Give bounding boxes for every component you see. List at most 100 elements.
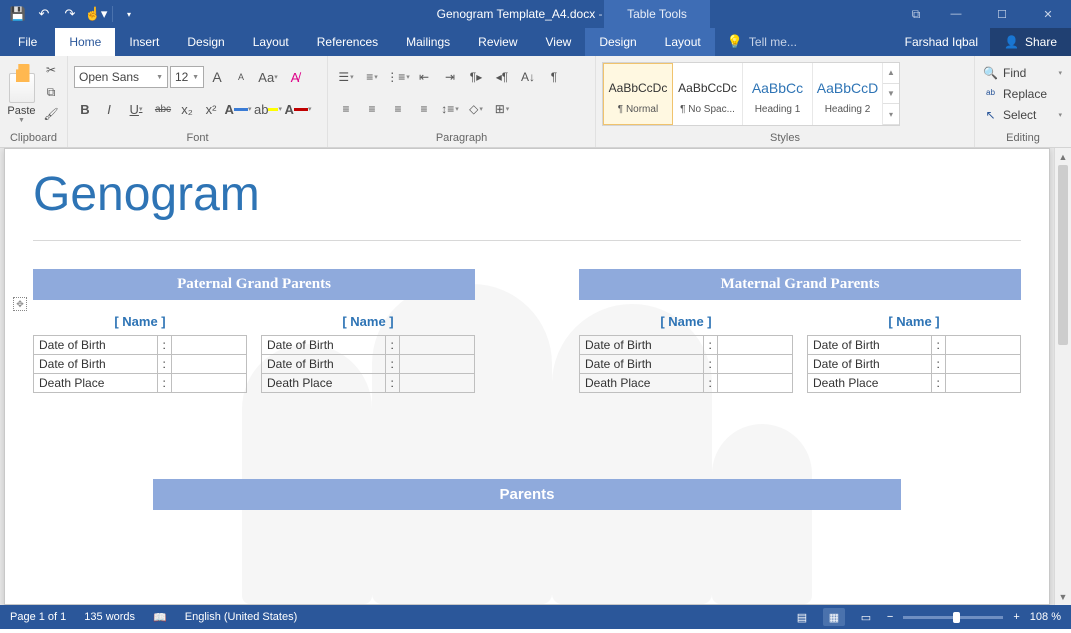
line-spacing-icon[interactable]: ↕≡▾ xyxy=(438,98,462,120)
clear-formatting-icon[interactable]: A̸ xyxy=(284,66,306,88)
page-indicator[interactable]: Page 1 of 1 xyxy=(10,611,66,623)
justify-icon[interactable]: ≡ xyxy=(412,98,436,120)
field-label[interactable]: Date of Birth xyxy=(580,355,704,374)
borders-icon[interactable]: ⊞▾ xyxy=(490,98,514,120)
details-table[interactable]: Date of Birth:Date of Birth:Death Place: xyxy=(807,335,1021,393)
field-value[interactable] xyxy=(717,355,792,374)
field-label[interactable]: Date of Birth xyxy=(808,355,932,374)
vertical-scrollbar[interactable]: ▲ ▼ xyxy=(1054,148,1071,605)
card-name[interactable]: [ Name ] xyxy=(261,310,475,335)
table-row[interactable]: Death Place: xyxy=(34,374,247,393)
person-card[interactable]: [ Name ]Date of Birth:Date of Birth:Deat… xyxy=(261,310,475,393)
field-label[interactable]: Date of Birth xyxy=(34,355,158,374)
scroll-up-icon[interactable]: ▲ xyxy=(883,63,899,84)
field-label[interactable]: Date of Birth xyxy=(808,336,932,355)
field-value[interactable] xyxy=(717,374,792,393)
table-row[interactable]: Death Place: xyxy=(808,374,1021,393)
table-row[interactable]: Date of Birth: xyxy=(262,336,475,355)
person-card[interactable]: [ Name ]Date of Birth:Date of Birth:Deat… xyxy=(33,310,247,393)
gallery-scroll[interactable]: ▲▼▾ xyxy=(883,63,899,125)
scroll-down-icon[interactable]: ▼ xyxy=(1055,588,1071,605)
parents-header[interactable]: Parents xyxy=(153,479,901,510)
field-label[interactable]: Death Place xyxy=(262,374,386,393)
field-value[interactable] xyxy=(399,374,474,393)
table-row[interactable]: Death Place: xyxy=(262,374,475,393)
gallery-more-icon[interactable]: ▾ xyxy=(883,104,899,125)
styles-gallery[interactable]: AaBbCcDc¶ NormalAaBbCcDc¶ No Spac...AaBb… xyxy=(602,62,900,126)
style-item[interactable]: AaBbCcHeading 1 xyxy=(743,63,813,125)
tab-table-design[interactable]: Design xyxy=(585,28,650,56)
paste-button[interactable]: Paste ▼ xyxy=(6,60,37,124)
font-size-select[interactable]: 12▼ xyxy=(170,66,204,88)
highlight-button[interactable]: ab▾ xyxy=(254,98,282,120)
font-name-select[interactable]: Open Sans▼ xyxy=(74,66,168,88)
tab-design[interactable]: Design xyxy=(173,28,238,56)
qat-customize-icon[interactable]: ▾ xyxy=(117,2,141,26)
tab-insert[interactable]: Insert xyxy=(115,28,173,56)
shading-icon[interactable]: ◇▾ xyxy=(464,98,488,120)
field-label[interactable]: Date of Birth xyxy=(262,355,386,374)
field-value[interactable] xyxy=(945,374,1020,393)
zoom-in-icon[interactable]: + xyxy=(1013,611,1019,623)
style-item[interactable]: AaBbCcDHeading 2 xyxy=(813,63,883,125)
scrollbar-thumb[interactable] xyxy=(1058,165,1068,345)
zoom-out-icon[interactable]: − xyxy=(887,611,893,623)
person-card[interactable]: [ Name ]Date of Birth:Date of Birth:Deat… xyxy=(579,310,793,393)
details-table[interactable]: Date of Birth:Date of Birth:Death Place: xyxy=(579,335,793,393)
bold-button[interactable]: B xyxy=(74,98,96,120)
table-row[interactable]: Death Place: xyxy=(580,374,793,393)
field-value[interactable] xyxy=(171,336,246,355)
show-marks-icon[interactable]: ¶ xyxy=(542,66,566,88)
share-button[interactable]: 👤 Share xyxy=(990,28,1071,56)
maximize-button[interactable]: ☐ xyxy=(979,0,1025,28)
touch-mode-icon[interactable]: ☝▾ xyxy=(84,2,108,26)
card-name[interactable]: [ Name ] xyxy=(33,310,247,335)
proofing-icon[interactable]: 📖 xyxy=(153,611,167,624)
print-layout-icon[interactable]: ▦ xyxy=(823,608,845,626)
tab-references[interactable]: References xyxy=(303,28,392,56)
copy-icon[interactable]: ⧉ xyxy=(41,82,61,102)
italic-button[interactable]: I xyxy=(98,98,120,120)
align-left-icon[interactable]: ≡ xyxy=(334,98,358,120)
tab-table-layout[interactable]: Layout xyxy=(651,28,715,56)
document-page[interactable]: Genogram ✥ Paternal Grand Parents[ Name … xyxy=(4,148,1050,605)
strikethrough-button[interactable]: abc xyxy=(152,98,174,120)
format-painter-icon[interactable]: 🖌 xyxy=(41,104,61,124)
numbering-icon[interactable]: ≡▾ xyxy=(360,66,384,88)
details-table[interactable]: Date of Birth:Date of Birth:Death Place: xyxy=(33,335,247,393)
tab-file[interactable]: File xyxy=(0,28,55,56)
card-name[interactable]: [ Name ] xyxy=(807,310,1021,335)
rtl-icon[interactable]: ◂¶ xyxy=(490,66,514,88)
field-value[interactable] xyxy=(945,336,1020,355)
field-value[interactable] xyxy=(399,355,474,374)
table-row[interactable]: Date of Birth: xyxy=(580,336,793,355)
scroll-up-icon[interactable]: ▲ xyxy=(1055,148,1071,165)
field-label[interactable]: Death Place xyxy=(34,374,158,393)
read-mode-icon[interactable]: ▤ xyxy=(791,608,813,626)
document-heading[interactable]: Genogram xyxy=(33,167,1021,222)
tab-view[interactable]: View xyxy=(532,28,586,56)
details-table[interactable]: Date of Birth:Date of Birth:Death Place: xyxy=(261,335,475,393)
subscript-button[interactable]: x₂ xyxy=(176,98,198,120)
field-label[interactable]: Date of Birth xyxy=(34,336,158,355)
tell-me-box[interactable]: 💡 Tell me... xyxy=(727,28,797,56)
table-row[interactable]: Date of Birth: xyxy=(262,355,475,374)
slider-handle[interactable] xyxy=(953,612,960,623)
field-value[interactable] xyxy=(717,336,792,355)
superscript-button[interactable]: x² xyxy=(200,98,222,120)
find-button[interactable]: 🔍Find▾ xyxy=(981,62,1065,83)
style-item[interactable]: AaBbCcDc¶ No Spac... xyxy=(673,63,743,125)
card-name[interactable]: [ Name ] xyxy=(579,310,793,335)
ribbon-display-options-icon[interactable]: ⧉ xyxy=(899,0,933,28)
text-effects-button[interactable]: A▾ xyxy=(224,98,252,120)
cut-icon[interactable]: ✂ xyxy=(41,60,61,80)
redo-icon[interactable]: ↷ xyxy=(58,2,82,26)
tab-home[interactable]: Home xyxy=(55,28,115,56)
sort-icon[interactable]: A↓ xyxy=(516,66,540,88)
word-count[interactable]: 135 words xyxy=(84,611,135,623)
web-layout-icon[interactable]: ▭ xyxy=(855,608,877,626)
replace-button[interactable]: ᵃᵇReplace xyxy=(981,83,1065,104)
increase-indent-icon[interactable]: ⇥ xyxy=(438,66,462,88)
style-item[interactable]: AaBbCcDc¶ Normal xyxy=(603,63,673,125)
field-value[interactable] xyxy=(399,336,474,355)
